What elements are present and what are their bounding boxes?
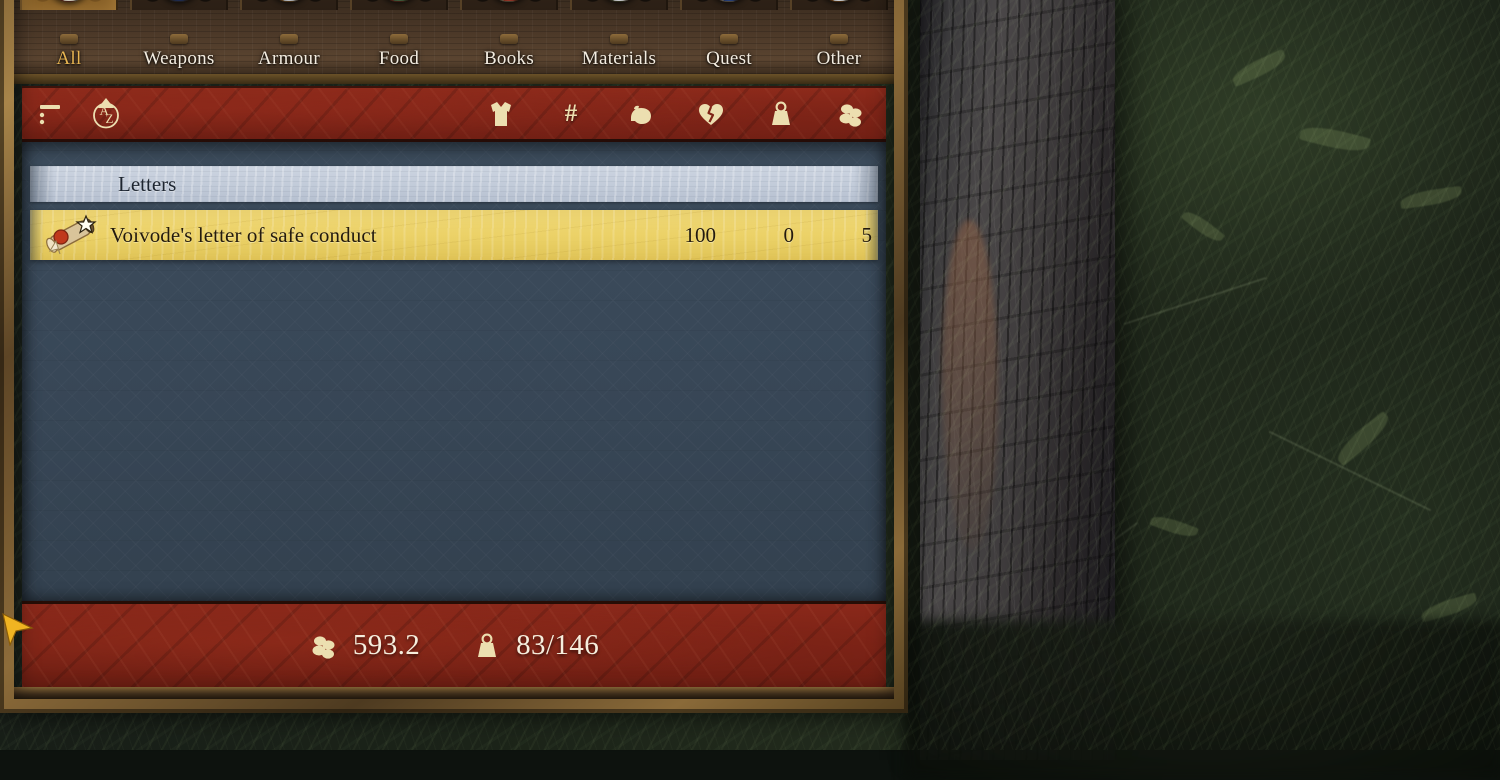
- inventory-window: 📖All⚔Weapons⛑Armour🍗Food📜Books🌿Materials…: [0, 0, 908, 713]
- game-cursor: [2, 612, 36, 646]
- tree-trunk: [920, 0, 1115, 760]
- forest-ground: [905, 620, 1500, 780]
- window-wood-frame: [0, 0, 908, 713]
